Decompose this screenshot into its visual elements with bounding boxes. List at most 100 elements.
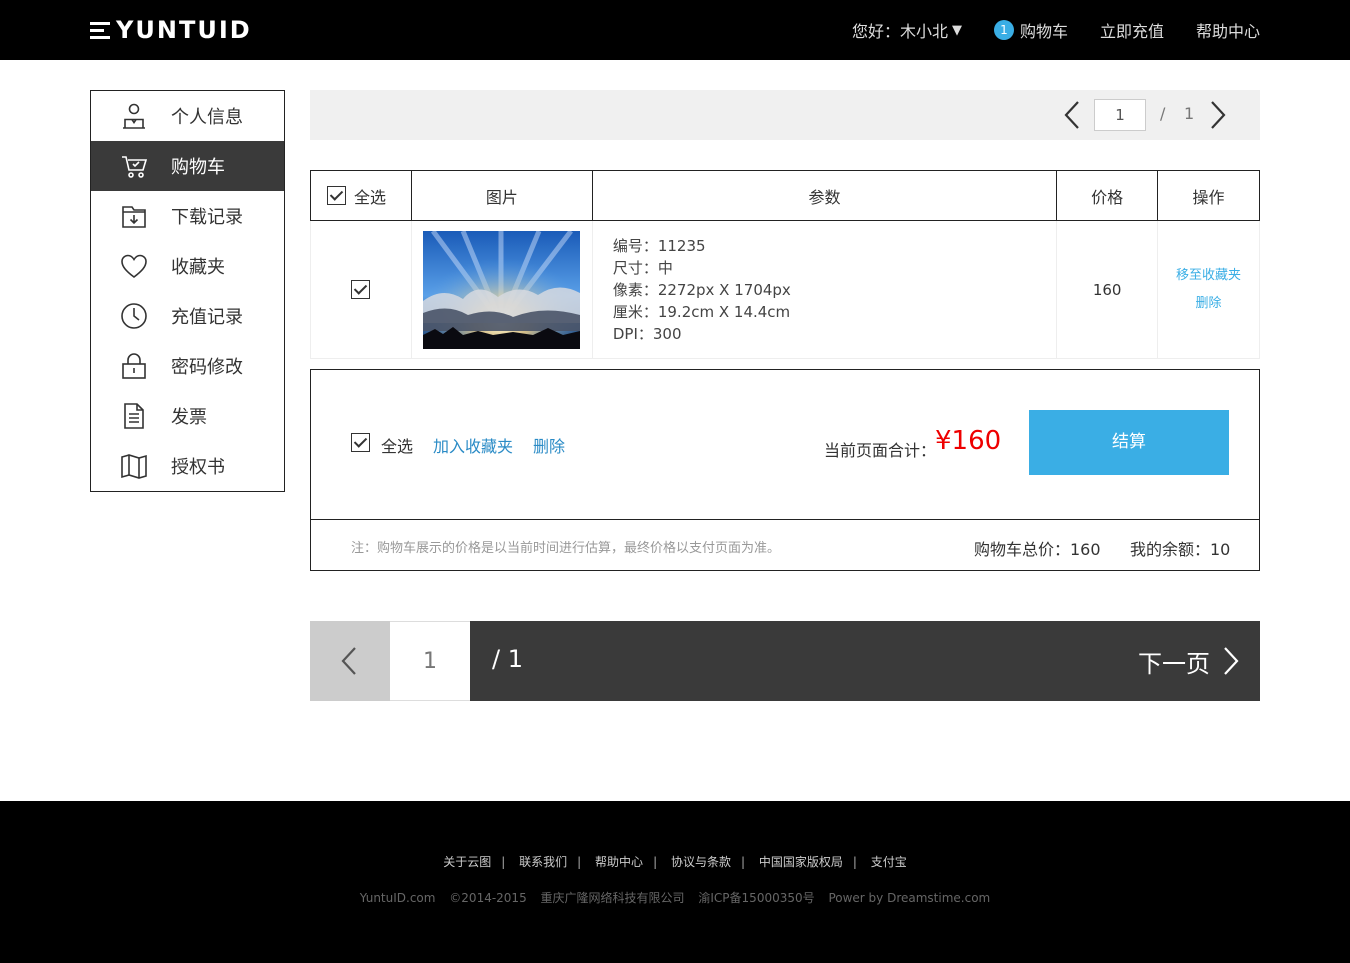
page-total: 1 xyxy=(1184,104,1195,123)
sidebar-item-label: 密码修改 xyxy=(171,357,243,378)
select-all-label: 全选 xyxy=(354,187,387,207)
footer-separator: | xyxy=(852,855,857,869)
table-header-row: 全选 图片 参数 价格 操作 xyxy=(310,170,1260,221)
footer-separator: | xyxy=(501,855,506,869)
clock-icon xyxy=(119,301,149,331)
sidebar-item-password[interactable]: 密码修改 xyxy=(91,341,284,391)
top-nav: 您好：木小北 ▼ 1 购物车 立即充值 帮助中心 xyxy=(852,0,1260,60)
cart-count-badge: 1 xyxy=(993,20,1014,40)
select-all-checkbox[interactable] xyxy=(327,186,346,205)
footer-link-help[interactable]: 帮助中心 xyxy=(595,855,643,869)
sidebar: 个人信息 购物车 下载记录 收藏夹 充值记录 密码修改 发票 授权书 xyxy=(90,90,285,492)
sidebar-item-favorites[interactable]: 收藏夹 xyxy=(91,241,284,291)
copyright-power: Power by Dreamstime.com xyxy=(828,891,991,905)
next-page-button[interactable]: 下一页 xyxy=(1138,621,1240,701)
bottom-prev-button[interactable] xyxy=(310,621,390,701)
row-checkbox[interactable] xyxy=(351,280,371,299)
sidebar-item-cart[interactable]: 购物车 xyxy=(91,141,284,191)
user-icon xyxy=(119,101,149,131)
bottom-current-page[interactable]: 1 xyxy=(390,621,470,701)
nav-recharge[interactable]: 立即充值 xyxy=(1100,18,1164,42)
chevron-left-icon xyxy=(341,647,356,675)
footer: 关于云图 | 联系我们 | 帮助中心 | 协议与条款 | 中国国家版权局 | 支付宝 Yu… xyxy=(0,801,1350,963)
sidebar-item-label: 下载记录 xyxy=(171,207,243,228)
cart-total: 购物车总价：160 xyxy=(974,540,1101,559)
chevron-right-icon xyxy=(1224,647,1239,675)
heart-icon xyxy=(119,251,149,281)
account-balance: 我的余额：10 xyxy=(1130,540,1231,559)
param-line: DPI：300 xyxy=(612,324,682,343)
checkout-button[interactable]: 结算 xyxy=(1029,410,1229,475)
footer-link-contact[interactable]: 联系我们 xyxy=(519,855,567,869)
sidebar-item-label: 收藏夹 xyxy=(171,257,225,278)
summary-select-all-checkbox[interactable] xyxy=(351,433,370,452)
page-total-label: 当前页面合计： xyxy=(824,441,937,460)
sidebar-item-downloads[interactable]: 下载记录 xyxy=(91,191,284,241)
sidebar-item-license[interactable]: 授权书 xyxy=(91,441,284,491)
map-icon xyxy=(119,451,149,481)
cart-icon xyxy=(119,151,149,181)
row-actions-cell: 移至收藏夹 删除 xyxy=(1157,220,1260,359)
copyright-company: 重庆广隆网络科技有限公司 xyxy=(540,891,685,905)
greeting-text: 您好：木小北 xyxy=(851,22,948,41)
move-to-favorites-link[interactable]: 移至收藏夹 xyxy=(1158,262,1259,290)
footer-link-about[interactable]: 关于云图 xyxy=(443,855,491,869)
user-menu[interactable]: 您好：木小北 ▼ xyxy=(852,18,962,42)
bottom-pager: 1 / 1 下一页 xyxy=(310,621,1260,701)
nav-cart-label: 购物车 xyxy=(1019,22,1068,41)
param-line: 像素：2272px X 1704px xyxy=(612,280,791,299)
sidebar-item-profile[interactable]: 个人信息 xyxy=(91,91,284,141)
footer-separator: | xyxy=(577,855,582,869)
cart-table: 全选 图片 参数 价格 操作 编号：11235 尺寸：中 像素：2272px X… xyxy=(310,170,1260,359)
nav-cart[interactable]: 1 购物车 xyxy=(993,18,1068,42)
sidebar-item-label: 发票 xyxy=(171,407,207,428)
nav-recharge-label: 立即充值 xyxy=(1099,22,1164,41)
footer-copyright: YuntuID.com ©2014-2015 重庆广隆网络科技有限公司 渝ICP… xyxy=(0,889,1350,906)
bottom-page-total: / 1 xyxy=(492,645,523,673)
copyright-icp: 渝ICP备15000350号 xyxy=(698,891,815,905)
footer-link-terms[interactable]: 协议与条款 xyxy=(671,855,731,869)
sidebar-item-recharge-history[interactable]: 充值记录 xyxy=(91,291,284,341)
page-separator: / xyxy=(1160,104,1166,123)
row-price: 160 xyxy=(1056,220,1159,359)
table-row: 编号：11235 尺寸：中 像素：2272px X 1704px 厘米：19.2… xyxy=(310,220,1260,359)
top-pager: 1 / 1 xyxy=(310,90,1260,140)
delete-selected-link[interactable]: 删除 xyxy=(533,433,565,457)
footer-link-copyright-office[interactable]: 中国国家版权局 xyxy=(759,855,843,869)
sidebar-item-label: 充值记录 xyxy=(171,307,243,328)
delete-item-link[interactable]: 删除 xyxy=(1158,290,1259,318)
row-params-cell: 编号：11235 尺寸：中 像素：2272px X 1704px 厘米：19.2… xyxy=(591,220,1058,359)
summary-select-all-label[interactable]: 全选 xyxy=(381,433,413,457)
row-check-cell xyxy=(310,220,412,359)
sidebar-item-label: 授权书 xyxy=(171,457,225,478)
footer-separator: | xyxy=(653,855,658,869)
summary-top: 全选 加入收藏夹 删除 当前页面合计： ¥160 结算 xyxy=(311,370,1259,520)
param-line: 编号：11235 xyxy=(612,236,706,255)
param-line: 厘米：19.2cm X 14.4cm xyxy=(612,302,791,321)
add-to-favorites-link[interactable]: 加入收藏夹 xyxy=(433,433,513,457)
next-page-icon[interactable] xyxy=(1202,98,1232,132)
document-icon xyxy=(119,401,149,431)
nav-help-label: 帮助中心 xyxy=(1195,22,1260,41)
copyright-years: ©2014-2015 xyxy=(449,891,527,905)
sidebar-item-invoice[interactable]: 发票 xyxy=(91,391,284,441)
header-select-all[interactable]: 全选 xyxy=(310,170,412,221)
page-number-input[interactable]: 1 xyxy=(1094,99,1146,131)
prev-page-icon[interactable] xyxy=(1058,98,1088,132)
logo[interactable]: YUNTUID xyxy=(90,16,252,44)
logo-text: YUNTUID xyxy=(116,16,252,44)
price-note: 注：购物车展示的价格是以当前时间进行估算，最终价格以支付页面为准。 xyxy=(351,541,781,556)
footer-link-alipay[interactable]: 支付宝 xyxy=(871,855,907,869)
header-params: 参数 xyxy=(591,170,1058,221)
top-header: YUNTUID 您好：木小北 ▼ 1 购物车 立即充值 帮助中心 xyxy=(0,0,1350,60)
lock-icon xyxy=(119,351,149,381)
page-total-amount: ¥160 xyxy=(935,426,1002,456)
sidebar-item-label: 购物车 xyxy=(171,157,225,178)
param-line: 尺寸：中 xyxy=(612,258,673,277)
download-folder-icon xyxy=(119,201,149,231)
header-price: 价格 xyxy=(1056,170,1159,221)
product-thumbnail[interactable] xyxy=(423,230,581,349)
header-action: 操作 xyxy=(1157,170,1260,221)
header-image: 图片 xyxy=(410,170,593,221)
nav-help[interactable]: 帮助中心 xyxy=(1196,18,1260,42)
